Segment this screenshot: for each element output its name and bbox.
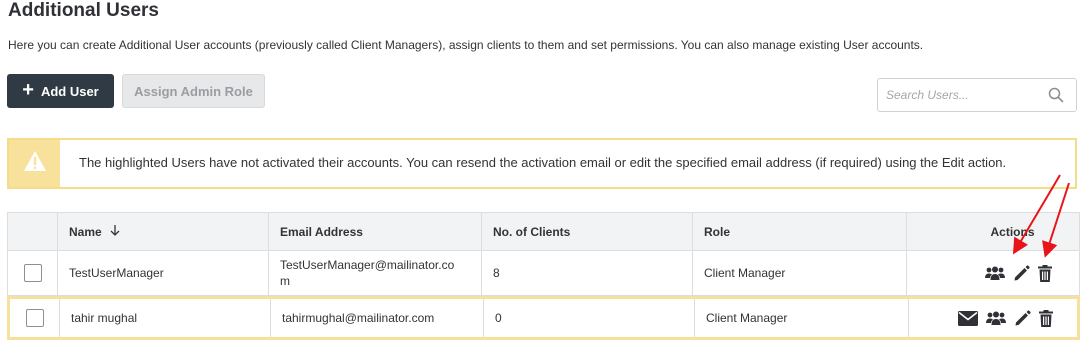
sort-down-icon[interactable] — [110, 224, 120, 239]
alert-icon-box — [9, 140, 60, 187]
alert-message: The highlighted Users have not activated… — [79, 155, 1007, 170]
column-header-role[interactable]: Role — [693, 213, 907, 250]
page-title: Additional Users — [8, 0, 159, 21]
activation-alert: The highlighted Users have not activated… — [7, 138, 1077, 189]
assign-admin-role-button[interactable]: Assign Admin Role — [122, 74, 265, 108]
users-icon[interactable] — [984, 265, 1005, 281]
header-checkbox-cell — [8, 213, 58, 250]
column-header-name-label: Name — [69, 224, 102, 239]
users-icon[interactable] — [986, 310, 1006, 326]
column-header-clients[interactable]: No. of Clients — [482, 213, 693, 250]
column-header-name[interactable]: Name — [58, 213, 269, 250]
row-checkbox[interactable] — [23, 264, 42, 282]
table-row-highlighted: tahir mughal tahirmughal@mailinator.com … — [7, 296, 1080, 340]
users-table: Name Email Address No. of Clients Role A… — [7, 212, 1080, 340]
search-box — [877, 78, 1077, 112]
row-checkbox-cell — [10, 299, 60, 337]
column-header-email[interactable]: Email Address — [269, 213, 482, 250]
user-role: Client Manager — [693, 251, 907, 295]
edit-icon[interactable] — [1013, 264, 1030, 282]
user-email: tahirmughal@mailinator.com — [271, 299, 484, 337]
edit-icon[interactable] — [1014, 309, 1031, 327]
add-user-button[interactable]: + Add User — [7, 74, 114, 108]
search-input[interactable] — [886, 86, 1036, 104]
user-email-line: TestUserManager@mailinator.co — [280, 258, 455, 272]
delete-icon[interactable] — [1037, 264, 1052, 282]
user-name: TestUserManager — [58, 251, 269, 295]
assign-admin-role-label: Assign Admin Role — [134, 83, 253, 99]
row-checkbox[interactable] — [25, 309, 44, 327]
plus-icon: + — [22, 79, 34, 101]
delete-icon[interactable] — [1039, 309, 1053, 327]
row-actions — [909, 299, 1077, 337]
user-client-count: 0 — [484, 299, 695, 337]
row-actions — [907, 251, 1079, 295]
warning-icon — [23, 150, 47, 177]
user-client-count: 8 — [482, 251, 693, 295]
row-checkbox-cell — [8, 251, 58, 295]
mail-icon[interactable] — [958, 310, 978, 326]
user-email-line: m — [280, 274, 290, 288]
table-row: TestUserManager TestUserManager@mailinat… — [8, 251, 1079, 296]
search-icon[interactable] — [1048, 87, 1064, 108]
user-email-cell: TestUserManager@mailinator.co m — [269, 251, 482, 295]
user-role: Client Manager — [695, 299, 909, 337]
add-user-label: Add User — [40, 83, 99, 99]
user-name: tahir mughal — [60, 299, 271, 337]
column-header-actions: Actions — [990, 224, 1035, 239]
page-description: Here you can create Additional User acco… — [8, 38, 924, 52]
table-header-row: Name Email Address No. of Clients Role A… — [8, 212, 1079, 251]
